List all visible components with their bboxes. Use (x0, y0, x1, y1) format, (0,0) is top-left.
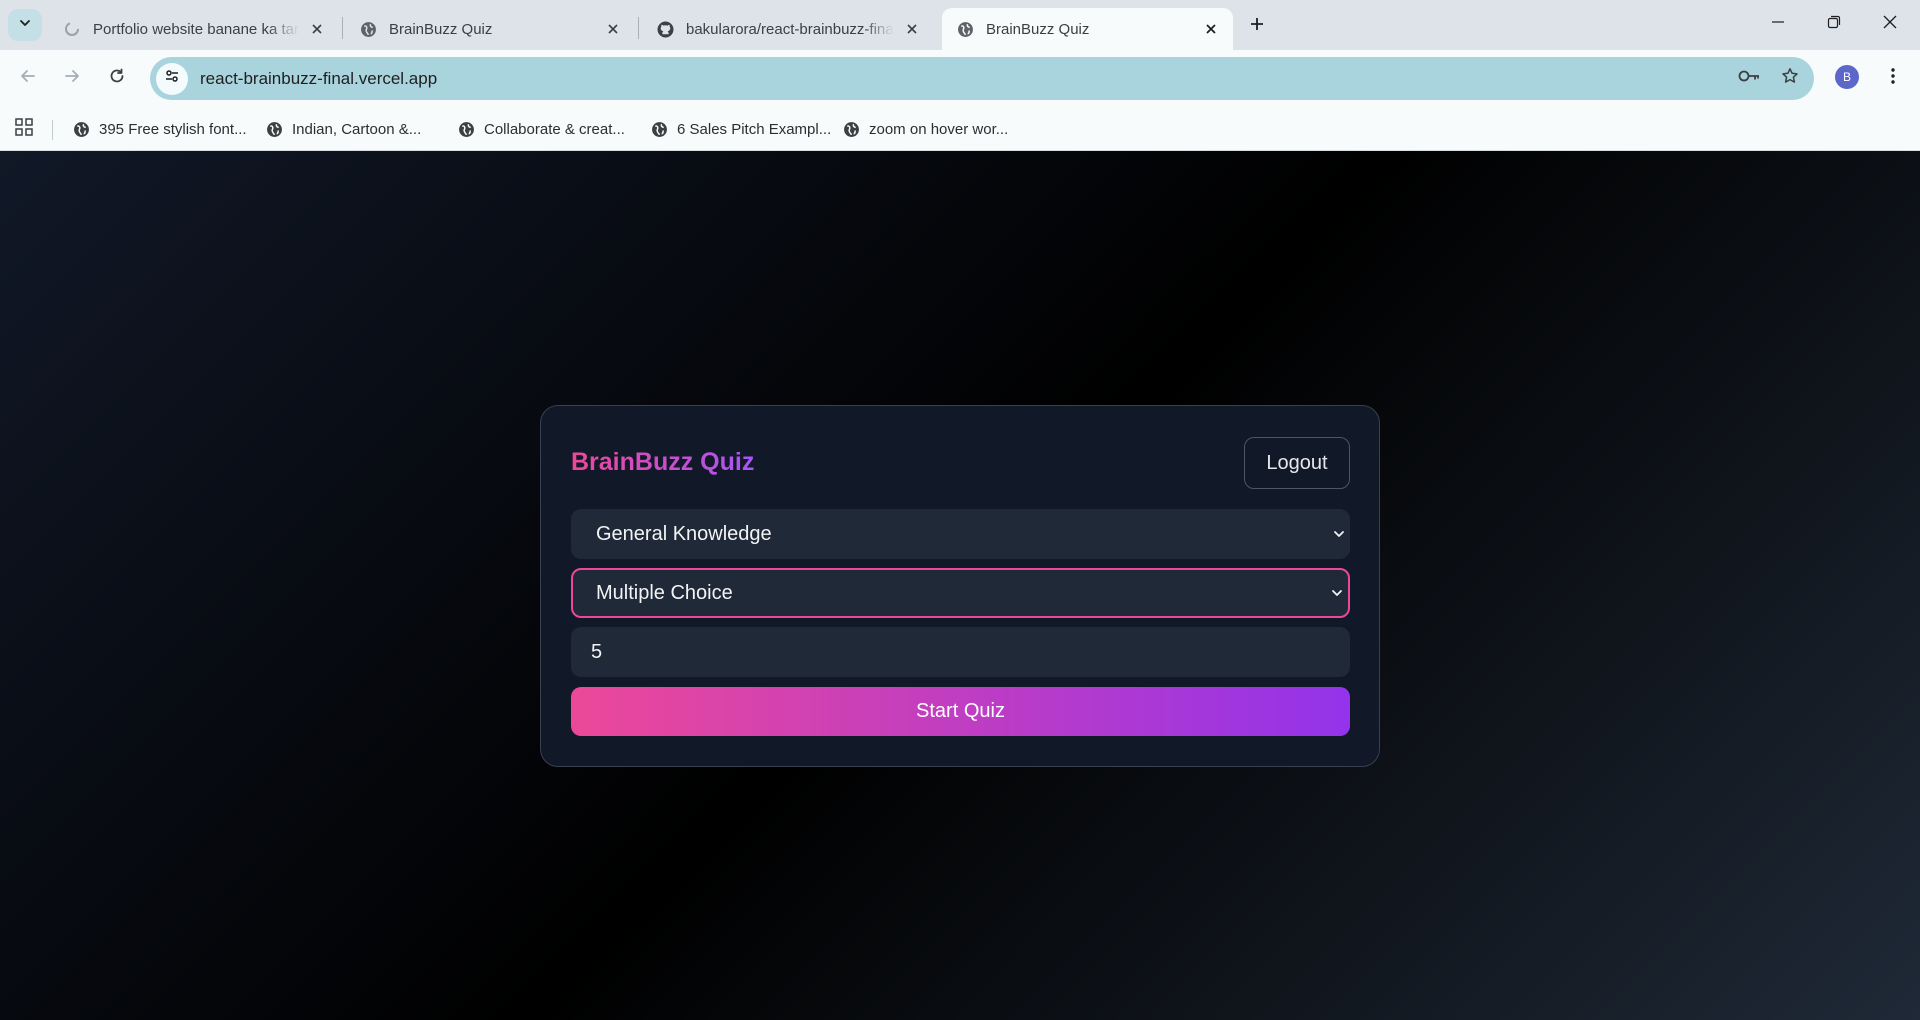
close-icon (1883, 15, 1897, 34)
question-type-select-value: Multiple Choice (596, 581, 733, 604)
close-icon[interactable] (603, 19, 623, 39)
password-key-button[interactable] (1734, 63, 1766, 95)
tab-github[interactable]: bakularora/react-brainbuzz-fina (642, 8, 934, 50)
bookmark-item[interactable]: 6 Sales Pitch Exampl... (651, 115, 831, 143)
browser-toolbar: react-brainbuzz-final.vercel.app B (0, 50, 1920, 108)
reload-icon (108, 67, 126, 90)
tab-search-button[interactable] (8, 9, 42, 41)
tune-icon (164, 68, 180, 89)
globe-icon (651, 121, 668, 138)
minimize-icon (1771, 15, 1785, 34)
tab-title: Portfolio website banane ka tar (93, 20, 299, 38)
chevron-down-icon (18, 16, 32, 35)
globe-icon (266, 121, 283, 138)
tab-brainbuzz-1[interactable]: BrainBuzz Quiz (345, 8, 635, 50)
avatar[interactable]: B (1835, 65, 1859, 89)
bookmark-label: Indian, Cartoon &... (292, 120, 422, 138)
apps-grid-icon (15, 117, 33, 141)
browser-menu-button[interactable] (1878, 62, 1908, 94)
tab-title: bakularora/react-brainbuzz-fina (686, 20, 894, 38)
bookmark-label: 6 Sales Pitch Exampl... (677, 120, 832, 138)
key-icon (1738, 68, 1762, 89)
url-text[interactable]: react-brainbuzz-final.vercel.app (200, 69, 1734, 89)
start-quiz-button[interactable]: Start Quiz (571, 687, 1350, 736)
tab-title: BrainBuzz Quiz (986, 20, 1090, 38)
github-icon (656, 20, 674, 38)
globe-icon (73, 121, 90, 138)
bookmarks-bar: 395 Free stylish font... Indian, Cartoon… (0, 108, 1920, 151)
tab-separator (638, 17, 639, 39)
category-select[interactable]: General Knowledge (571, 509, 1350, 559)
chevron-down-icon (1330, 586, 1344, 600)
close-icon[interactable] (1201, 19, 1221, 39)
star-icon (1781, 67, 1799, 90)
tab-strip: Portfolio website banane ka tar BrainBuz… (0, 0, 1920, 50)
bookmarks-separator (52, 120, 53, 140)
plus-icon (1249, 16, 1265, 37)
tab-title: BrainBuzz Quiz (389, 20, 493, 38)
chevron-down-icon (1332, 527, 1346, 541)
tab-separator (342, 17, 343, 39)
page-title: BrainBuzz Quiz (571, 448, 755, 476)
bookmark-star-button[interactable] (1774, 63, 1806, 95)
category-select-value: General Knowledge (596, 522, 772, 545)
minimize-button[interactable] (1750, 0, 1806, 48)
tab-brainbuzz-active[interactable]: BrainBuzz Quiz (942, 8, 1233, 50)
restore-button[interactable] (1806, 0, 1862, 48)
loading-icon (63, 20, 81, 38)
bookmark-item[interactable]: Indian, Cartoon &... (266, 115, 421, 143)
bookmark-item[interactable]: zoom on hover wor... (843, 115, 1008, 143)
close-icon[interactable] (307, 19, 327, 39)
address-bar[interactable]: react-brainbuzz-final.vercel.app (150, 57, 1814, 100)
arrow-left-icon (19, 67, 37, 90)
arrow-right-icon (63, 67, 81, 90)
tab-portfolio[interactable]: Portfolio website banane ka tar (49, 8, 339, 50)
new-tab-button[interactable] (1241, 10, 1273, 42)
close-window-button[interactable] (1862, 0, 1918, 48)
bookmark-item[interactable]: 395 Free stylish font... (73, 115, 247, 143)
forward-button[interactable] (56, 62, 88, 94)
globe-icon (956, 20, 974, 38)
question-count-input[interactable]: 5 (571, 627, 1350, 677)
globe-icon (359, 20, 377, 38)
globe-icon (843, 121, 860, 138)
globe-icon (458, 121, 475, 138)
reload-button[interactable] (101, 62, 133, 94)
site-info-button[interactable] (156, 62, 188, 95)
back-button[interactable] (12, 62, 44, 94)
page-background: BrainBuzz Quiz Logout General Knowledge … (0, 151, 1920, 1020)
apps-button[interactable] (12, 117, 36, 141)
bookmark-label: zoom on hover wor... (869, 120, 1009, 138)
bookmark-label: 395 Free stylish font... (99, 120, 247, 138)
close-icon[interactable] (902, 19, 922, 39)
bookmark-item[interactable]: Collaborate & creat... (458, 115, 625, 143)
kebab-menu-icon (1890, 67, 1896, 90)
logout-button[interactable]: Logout (1244, 437, 1350, 489)
restore-icon (1827, 15, 1841, 34)
question-count-value: 5 (591, 640, 603, 663)
question-type-select[interactable]: Multiple Choice (571, 568, 1350, 618)
quiz-setup-card: BrainBuzz Quiz Logout General Knowledge … (540, 405, 1380, 767)
bookmark-label: Collaborate & creat... (484, 120, 625, 138)
